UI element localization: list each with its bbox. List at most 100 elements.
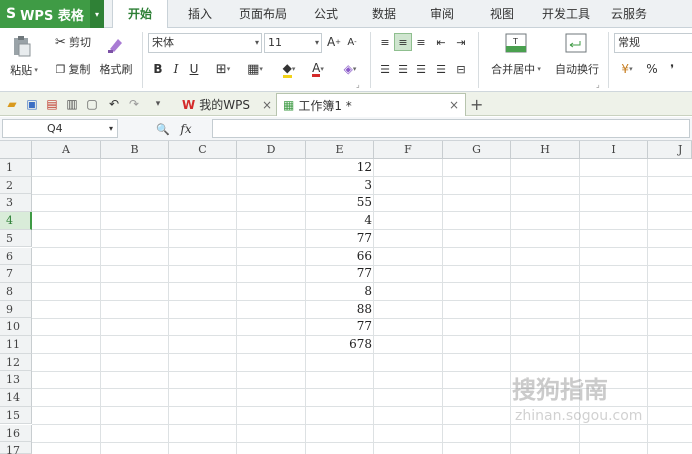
row-header[interactable]: 16 <box>0 424 32 443</box>
row-header[interactable]: 9 <box>0 300 32 319</box>
close-icon[interactable]: × <box>262 98 272 112</box>
number-format-select[interactable]: 常规 <box>614 33 692 53</box>
tab-cloud[interactable]: 云服务 <box>604 0 654 28</box>
fill-color-button[interactable]: ◆ ▾ <box>274 60 304 78</box>
column-header[interactable]: G <box>443 141 511 159</box>
format-painter-icon[interactable] <box>104 34 128 56</box>
align-middle-icon[interactable]: ≡ <box>394 33 412 51</box>
print-icon[interactable]: ▥ <box>64 96 80 112</box>
decrease-font-size-icon[interactable]: A- <box>344 33 360 51</box>
align-top-icon[interactable]: ≡ <box>376 33 394 51</box>
undo-icon[interactable]: ↶ <box>106 96 122 112</box>
tab-view[interactable]: 视图 <box>480 0 524 28</box>
paste-button[interactable]: 粘贴 ▾ <box>4 62 44 78</box>
comma-style-button[interactable]: ❜ <box>666 60 678 78</box>
font-color-button[interactable]: A ▾ <box>304 60 332 78</box>
tab-data[interactable]: 数据 <box>362 0 406 28</box>
customize-toolbar-icon[interactable]: ▾ <box>150 96 166 112</box>
column-header[interactable]: I <box>580 141 648 159</box>
name-box[interactable]: Q4 ▾ <box>2 119 118 138</box>
cell-e1[interactable]: 12 <box>306 160 372 174</box>
row-header[interactable]: 1 <box>0 159 32 177</box>
merge-center-button[interactable]: 合并居中 ▾ <box>486 60 546 78</box>
bold-button[interactable]: B <box>150 60 166 78</box>
row-header[interactable]: 8 <box>0 282 32 301</box>
increase-indent-icon[interactable]: ⇥ <box>452 33 470 51</box>
format-painter-button[interactable]: 格式刷 <box>96 60 136 78</box>
tab-review[interactable]: 审阅 <box>420 0 464 28</box>
cell-e4[interactable]: 4 <box>306 213 372 227</box>
clear-format-button[interactable]: ◈ ▾ <box>336 60 364 78</box>
column-header[interactable]: C <box>169 141 237 159</box>
cell-e9[interactable]: 88 <box>306 302 372 316</box>
font-size-select[interactable]: 11 ▾ <box>264 33 322 53</box>
currency-button[interactable]: ¥ ▾ <box>616 60 638 78</box>
cell-e6[interactable]: 66 <box>306 249 372 263</box>
alignment-dialog-launcher-icon[interactable]: ⌟ <box>596 80 600 89</box>
cell-e10[interactable]: 77 <box>306 319 372 333</box>
justify-icon[interactable]: ☰ <box>432 60 450 78</box>
tab-developer[interactable]: 开发工具 <box>536 0 596 28</box>
row-header[interactable]: 17 <box>0 442 32 454</box>
row-header[interactable]: 15 <box>0 406 32 425</box>
open-folder-icon[interactable]: ▰ <box>4 96 20 112</box>
cell-style-button[interactable]: ▦ ▾ <box>240 60 270 78</box>
fx-icon[interactable]: fx <box>176 120 196 138</box>
align-left-icon[interactable]: ☰ <box>376 60 394 78</box>
merge-center-icon[interactable]: T <box>504 32 528 54</box>
row-header[interactable]: 10 <box>0 318 32 336</box>
font-dialog-launcher-icon[interactable]: ⌟ <box>356 80 360 89</box>
zoom-icon[interactable]: 🔍 <box>154 120 172 138</box>
align-right-icon[interactable]: ☰ <box>412 60 430 78</box>
wrap-text-button[interactable]: 自动换行 <box>550 60 604 78</box>
cell-e2[interactable]: 3 <box>306 178 372 192</box>
column-header[interactable]: E <box>306 141 374 159</box>
tab-formulas[interactable]: 公式 <box>304 0 348 28</box>
formula-input[interactable] <box>212 119 690 138</box>
row-header[interactable]: 3 <box>0 194 32 213</box>
distributed-icon[interactable]: ⊟ <box>452 60 470 78</box>
row-header[interactable]: 6 <box>0 247 32 266</box>
tab-home[interactable]: 开始 <box>112 0 168 29</box>
tab-workbook[interactable]: ▦ 工作簿1 * × <box>276 93 466 116</box>
row-header[interactable]: 7 <box>0 265 32 283</box>
increase-font-size-icon[interactable]: A + <box>326 33 342 51</box>
chevron-down-icon[interactable]: ▾ <box>90 0 104 28</box>
save-icon[interactable]: ▣ <box>24 96 40 112</box>
tab-my-wps[interactable]: W 我的WPS × <box>176 93 276 116</box>
app-menu-button[interactable]: S WPS 表格 ▾ <box>0 0 104 28</box>
tab-insert[interactable]: 插入 <box>178 0 222 28</box>
column-header[interactable]: D <box>237 141 306 159</box>
decrease-indent-icon[interactable]: ⇤ <box>432 33 450 51</box>
export-pdf-icon[interactable]: ▤ <box>44 96 60 112</box>
row-header[interactable]: 11 <box>0 336 32 354</box>
border-button[interactable]: ⊞ ▾ <box>208 60 238 78</box>
percent-button[interactable]: % <box>644 60 660 78</box>
copy-button[interactable]: ❐ 复制 <box>50 60 96 78</box>
column-header[interactable]: H <box>511 141 580 159</box>
new-tab-button[interactable]: + <box>470 93 488 116</box>
column-header[interactable]: J <box>648 141 692 159</box>
cell-e7[interactable]: 77 <box>306 266 372 280</box>
row-header[interactable]: 14 <box>0 389 32 407</box>
cell-e5[interactable]: 77 <box>306 231 372 245</box>
close-icon[interactable]: × <box>449 98 459 112</box>
column-header[interactable]: B <box>101 141 169 159</box>
italic-button[interactable]: I <box>168 60 184 78</box>
align-center-icon[interactable]: ☰ <box>394 60 412 78</box>
cut-button[interactable]: ✂ 剪切 <box>50 33 96 51</box>
column-header[interactable]: A <box>32 141 101 159</box>
align-bottom-icon[interactable]: ≡ <box>412 33 430 51</box>
redo-icon[interactable]: ↷ <box>126 96 142 112</box>
row-header[interactable]: 2 <box>0 176 32 195</box>
column-header[interactable]: F <box>374 141 443 159</box>
row-header[interactable]: 13 <box>0 371 32 390</box>
print-preview-icon[interactable]: ▢ <box>84 96 100 112</box>
cell-e11[interactable]: 678 <box>306 337 372 351</box>
row-header-active[interactable]: 4 <box>0 212 32 230</box>
font-name-select[interactable]: 宋体 ▾ <box>148 33 262 53</box>
tab-page-layout[interactable]: 页面布局 <box>232 0 294 28</box>
cell-e8[interactable]: 8 <box>306 284 372 298</box>
row-header[interactable]: 5 <box>0 229 32 248</box>
paste-icon[interactable] <box>8 34 34 58</box>
